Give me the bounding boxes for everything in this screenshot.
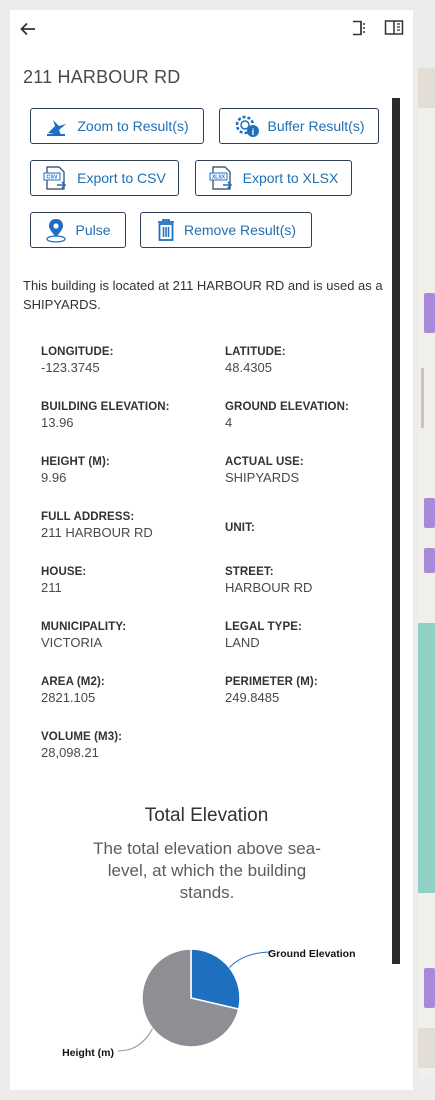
attribute-building-elevation: BUILDING ELEVATION: 13.96 [41, 401, 206, 430]
attribute-street: STREET: HARBOUR RD [225, 566, 390, 595]
chart-title: Total Elevation [144, 805, 269, 826]
pie-connector-line [229, 951, 273, 968]
pie-slice-label: Ground Elevation [268, 948, 356, 960]
attribute-label: HOUSE: [41, 566, 87, 578]
xlsx-icon-text: XLSX [212, 175, 226, 181]
attribute-value: 9.96 [41, 470, 67, 485]
panel-toolbar [10, 10, 413, 50]
attribute-value: -123.3745 [41, 360, 100, 375]
attribute-label: UNIT: [225, 522, 255, 534]
remove-results-button[interactable]: Remove Result(s) [140, 212, 312, 248]
scrollbar[interactable] [392, 98, 400, 964]
attribute-perimeter: PERIMETER (M): 249.8485 [225, 676, 390, 705]
attribute-longitude: LONGITUDE: -123.3745 [41, 346, 206, 375]
pie-slice-label: Height (m) [62, 1047, 114, 1059]
attribute-house: HOUSE: 211 [41, 566, 206, 595]
attribute-value: LAND [225, 635, 260, 650]
dock-panel-icon[interactable] [350, 19, 368, 37]
attribute-municipality: MUNICIPALITY: VICTORIA [41, 621, 206, 650]
attribute-value: 2821.105 [41, 690, 96, 705]
location-pin-icon [46, 219, 67, 243]
attribute-label: LONGITUDE: [41, 346, 114, 358]
attribute-label: VOLUME (M3): [41, 731, 123, 743]
attribute-value: 28,098.21 [41, 745, 99, 760]
attribute-value: 4 [225, 415, 233, 430]
split-view-icon[interactable] [384, 19, 404, 37]
attribute-label: HEIGHT (M): [41, 456, 110, 468]
attribute-value: 48.4305 [225, 360, 272, 375]
attribute-label: AREA (M2): [41, 676, 105, 688]
pie-connector-line [117, 1028, 154, 1052]
attribute-volume: VOLUME (M3): 28,098.21 [41, 731, 206, 760]
attribute-label: LATITUDE: [225, 346, 286, 358]
attribute-legal-type: LEGAL TYPE: LAND [225, 621, 390, 650]
attribute-value: 211 [41, 580, 62, 595]
attribute-full-address: FULL ADDRESS: 211 HARBOUR RD [41, 511, 206, 540]
building-description: This building is located at 211 HARBOUR … [23, 278, 383, 312]
zoom-to-results-button[interactable]: Zoom to Result(s) [30, 108, 204, 144]
attribute-latitude: LATITUDE: 48.4305 [225, 346, 390, 375]
attribute-actual-use: ACTUAL USE: SHIPYARDS [225, 456, 390, 485]
attribute-value: 249.8485 [225, 690, 280, 705]
pulse-button[interactable]: Pulse [30, 212, 126, 248]
export-xlsx-label: Export to XLSX [242, 170, 339, 186]
attribute-label: STREET: [225, 566, 274, 578]
buffer-results-button[interactable]: i Buffer Result(s) [219, 108, 379, 144]
attribute-value: 13.96 [41, 415, 74, 430]
attribute-label: GROUND ELEVATION: [225, 401, 349, 413]
export-xlsx-button[interactable]: XLSX Export to XLSX [195, 160, 352, 196]
attribute-label: LEGAL TYPE: [225, 621, 302, 633]
buffer-icon: i [235, 115, 259, 137]
pulse-label: Pulse [75, 222, 111, 238]
chart-subtitle: The total elevation above sea-level, at … [93, 839, 321, 902]
result-details-panel: 211 HARBOUR RD Zoom to Result(s) i Buffe… [10, 10, 413, 1090]
attribute-label: MUNICIPALITY: [41, 621, 127, 633]
zoom-to-results-label: Zoom to Result(s) [77, 118, 189, 134]
export-csv-label: Export to CSV [77, 170, 166, 186]
trash-icon [157, 219, 174, 241]
attribute-height: HEIGHT (M): 9.96 [41, 456, 206, 485]
svg-text:i: i [251, 127, 254, 137]
attribute-value: SHIPYARDS [225, 470, 300, 485]
map-background[interactable] [418, 68, 435, 1078]
attribute-unit: UNIT: [225, 522, 390, 536]
back-arrow-icon[interactable] [18, 19, 38, 39]
attribute-label: PERIMETER (M): [225, 676, 318, 688]
xlsx-file-icon: XLSX [209, 166, 232, 190]
attribute-label: BUILDING ELEVATION: [41, 401, 170, 413]
csv-file-icon: CSV [43, 166, 67, 190]
elevation-pie-chart: Ground Elevation Height (m) [62, 948, 356, 1059]
csv-icon-text: CSV [46, 175, 58, 181]
attribute-value: 211 HARBOUR RD [41, 525, 153, 540]
attribute-label: ACTUAL USE: [225, 456, 304, 468]
attribute-value: HARBOUR RD [225, 580, 313, 595]
attribute-ground-elevation: GROUND ELEVATION: 4 [225, 401, 390, 430]
buffer-results-label: Buffer Result(s) [267, 118, 365, 134]
remove-results-label: Remove Result(s) [183, 222, 297, 238]
export-csv-button[interactable]: CSV Export to CSV [30, 160, 179, 196]
zoom-to-icon [47, 120, 67, 136]
page-title: 211 HARBOUR RD [23, 67, 181, 87]
attribute-area: AREA (M2): 2821.105 [41, 676, 206, 705]
attribute-label: FULL ADDRESS: [41, 511, 135, 523]
attribute-value: VICTORIA [41, 635, 103, 650]
